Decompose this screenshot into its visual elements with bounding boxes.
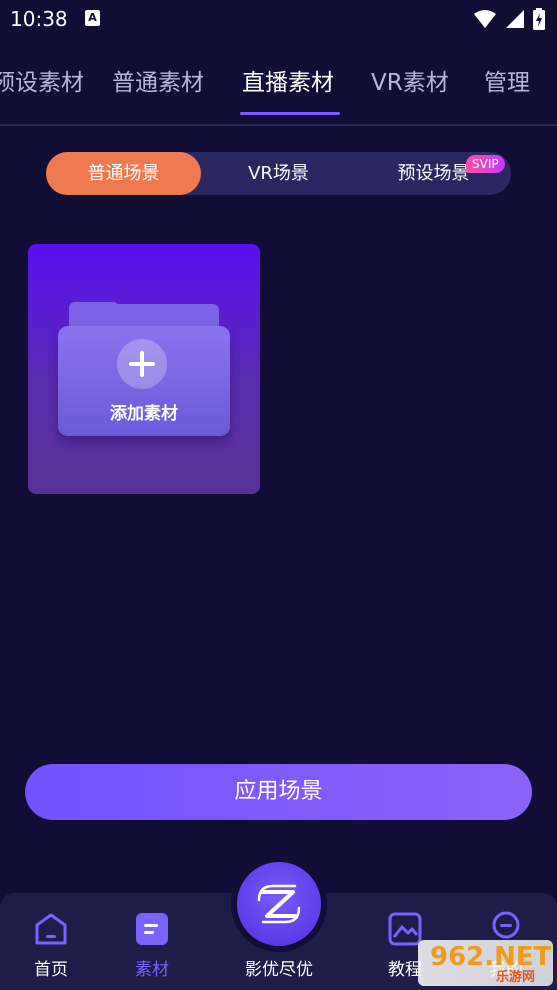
segment-normal-scene[interactable]: 普通场景 (46, 152, 201, 195)
wifi-icon (474, 10, 496, 28)
divider (0, 124, 557, 126)
notification-icon: A (85, 10, 100, 26)
status-time: 10:38 (10, 7, 68, 31)
watermark-sub: 乐游网 (496, 970, 536, 985)
tab-preset-material[interactable]: 预设素材 (0, 63, 84, 97)
signal-icon (506, 10, 524, 28)
home-icon (35, 913, 67, 945)
plus-icon (117, 339, 167, 389)
center-logo-label: 影优尽优 (245, 960, 313, 980)
tab-live-material[interactable]: 直播素材 (242, 63, 334, 97)
tab-normal-material[interactable]: 普通素材 (112, 63, 204, 97)
status-icons (473, 8, 545, 30)
nav-home[interactable]: 首页 (11, 893, 91, 990)
center-logo-button[interactable] (237, 862, 321, 946)
top-tab-bar: 预设素材 普通素材 直播素材 VR素材 管理 (0, 52, 557, 124)
scene-segment-control: 普通场景 VR场景 预设场景 (46, 152, 511, 195)
segment-vr-scene[interactable]: VR场景 (201, 152, 356, 195)
apply-scene-button[interactable]: 应用场景 (25, 764, 532, 820)
material-icon (136, 913, 168, 945)
nav-material[interactable]: 素材 (112, 893, 192, 990)
active-tab-indicator (240, 112, 340, 115)
watermark: 962.NET 乐游网 (418, 940, 553, 986)
battery-icon (533, 8, 545, 30)
tab-vr-material[interactable]: VR素材 (371, 63, 449, 97)
nav-material-label: 素材 (135, 960, 169, 980)
z-logo-icon (257, 884, 301, 924)
add-material-label: 添加素材 (110, 404, 178, 424)
add-material-card[interactable]: 添加素材 (28, 244, 260, 494)
tab-manage[interactable]: 管理 (484, 63, 530, 97)
status-bar: 10:38 A (0, 0, 557, 38)
svip-badge: SVIP (466, 155, 505, 173)
image-icon (388, 912, 422, 946)
nav-home-label: 首页 (34, 960, 68, 980)
